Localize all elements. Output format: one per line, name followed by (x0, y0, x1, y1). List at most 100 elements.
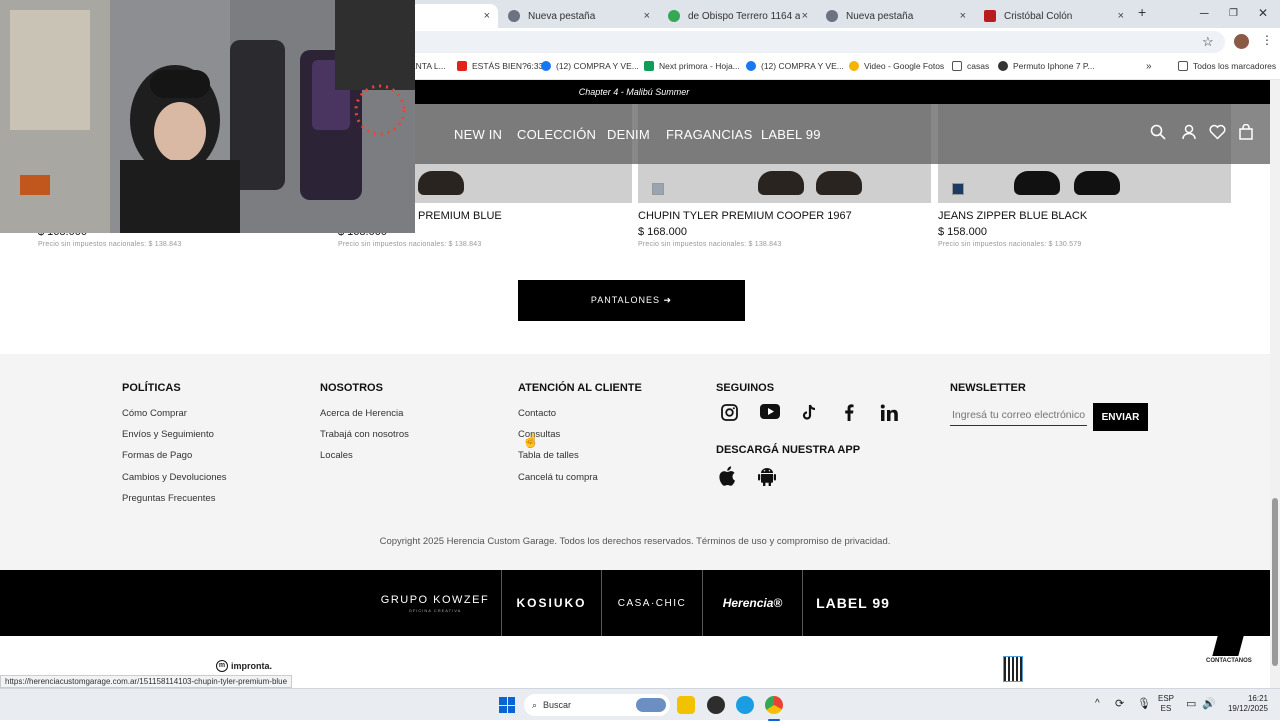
bookmark-label: Todos los marcadores (1193, 61, 1277, 71)
pantalones-button[interactable]: PANTALONES ➜ (518, 280, 745, 321)
clock[interactable]: 16:21 19/12/2025 (1222, 694, 1268, 714)
language-indicator[interactable]: ESP ES (1158, 694, 1174, 714)
app-icon[interactable] (707, 696, 725, 714)
all-bookmarks-folder[interactable]: Todos los marcadores (1178, 61, 1276, 71)
tab-maps[interactable]: de Obispo Terrero 1164 a SAN × (660, 4, 816, 28)
impronta-logo-icon: m (216, 660, 228, 672)
bookmark-item[interactable]: casas (952, 61, 989, 71)
footer-link[interactable]: Contacto (518, 408, 556, 419)
footer-link[interactable]: Envíos y Seguimiento (122, 429, 214, 440)
volume-icon[interactable]: 🔊 (1202, 697, 1216, 710)
contact-widget[interactable]: CONTACTANOS (1206, 636, 1252, 664)
windows-taskbar: ⌕ Buscar ^ ⟳ 🎙 ESP ES ▭ 🔊 16:21 19/12/20… (0, 688, 1280, 721)
nav-fragancias[interactable]: FRAGANCIAS (666, 127, 753, 142)
search-highlight-icon (636, 698, 666, 712)
apple-icon[interactable] (718, 466, 736, 491)
facebook-icon[interactable] (844, 404, 854, 426)
heart-icon[interactable] (1209, 124, 1226, 145)
youtube-icon (457, 61, 467, 71)
tab-current[interactable]: × (410, 4, 498, 28)
product-name[interactable]: JEANS ZIPPER BLUE BLACK (938, 210, 1087, 222)
footer-link[interactable]: Cancelá tu compra (518, 472, 598, 483)
bookmark-item[interactable]: ESTÁS BIEN?6:33 (457, 61, 543, 71)
tab-nueva-pestana-1[interactable]: Nueva pestaña × (500, 4, 658, 28)
footer-heading-nosotros: NOSOTROS (320, 382, 383, 394)
user-icon[interactable] (1181, 124, 1197, 145)
bookmark-item[interactable]: (12) COMPRA Y VE... (746, 61, 844, 71)
windows-start-icon[interactable] (499, 697, 515, 713)
network-icon[interactable]: ▭ (1186, 697, 1196, 710)
youtube-icon[interactable] (760, 404, 780, 424)
bookmark-item[interactable]: Permuto Iphone 7 P... (998, 61, 1095, 71)
bag-icon[interactable] (1239, 123, 1253, 145)
taskbar-search-box[interactable]: ⌕ Buscar (524, 694, 670, 716)
color-swatch[interactable] (952, 183, 964, 195)
impronta-credit[interactable]: m impronta. (216, 660, 272, 672)
nav-coleccion[interactable]: COLECCIÓN (517, 127, 596, 142)
product-name[interactable]: PREMIUM BLUE (418, 210, 502, 222)
newsletter-submit-button[interactable]: ENVIAR (1093, 403, 1148, 431)
bookmark-item[interactable]: Next primora - Hoja... (644, 61, 740, 71)
close-tab-icon[interactable]: × (802, 10, 808, 22)
footer-heading-seguinos: SEGUINOS (716, 382, 775, 394)
brand-logo-text: Herencia® (722, 596, 783, 610)
announcement-text: Chapter 4 - Malibú Summer (578, 87, 690, 97)
tab-cristobal-colon[interactable]: Cristóbal Colón × (976, 4, 1132, 28)
bookmark-label: ESTÁS BIEN?6:33 (472, 61, 544, 71)
footer-heading-atencion: ATENCIÓN AL CLIENTE (518, 382, 642, 394)
close-tab-icon[interactable]: × (644, 10, 650, 22)
minimize-icon[interactable]: ─ (1200, 6, 1209, 20)
bookmark-item[interactable]: Video - Google Fotos (849, 61, 944, 71)
close-tab-icon[interactable]: × (484, 10, 490, 22)
brand-herencia[interactable]: Herencia® (703, 570, 802, 636)
close-window-icon[interactable]: ✕ (1258, 6, 1268, 20)
data-fiscal-qr-icon[interactable] (1003, 656, 1023, 682)
footer-link[interactable]: Locales (320, 450, 353, 461)
instagram-icon[interactable] (721, 404, 738, 426)
search-icon[interactable] (1150, 124, 1166, 145)
brand-casa-chic[interactable]: CASA·CHIC (602, 570, 702, 636)
newsletter-email-input[interactable] (950, 404, 1087, 426)
brand-label-99[interactable]: LABEL 99 (803, 570, 903, 636)
bookmark-item[interactable]: ENTA L... (410, 61, 446, 71)
product-name[interactable]: CHUPIN TYLER PREMIUM COOPER 1967 (638, 210, 852, 222)
footer-link[interactable]: Trabajá con nosotros (320, 429, 409, 440)
bookmark-star-icon[interactable]: ☆ (1202, 34, 1214, 50)
bookmark-item[interactable]: (12) COMPRA Y VE... (541, 61, 639, 71)
tray-overflow-icon[interactable]: ^ (1095, 698, 1100, 709)
linkedin-icon[interactable] (880, 404, 898, 426)
file-explorer-icon[interactable] (677, 696, 695, 714)
new-tab-button[interactable]: + (1138, 4, 1146, 20)
nav-new-in[interactable]: NEW IN (454, 127, 502, 142)
close-tab-icon[interactable]: × (1118, 10, 1124, 22)
address-bar[interactable] (405, 31, 1225, 53)
profile-avatar[interactable] (1234, 34, 1249, 49)
footer-link[interactable]: Preguntas Frecuentes (122, 493, 215, 504)
footer-link[interactable]: Acerca de Herencia (320, 408, 403, 419)
color-swatch[interactable] (652, 183, 664, 195)
sync-icon[interactable]: ⟳ (1115, 697, 1124, 710)
footer-link[interactable]: Formas de Pago (122, 450, 192, 461)
scrollbar-thumb[interactable] (1272, 498, 1278, 666)
tab-nueva-pestana-2[interactable]: Nueva pestaña × (818, 4, 974, 28)
android-icon[interactable] (758, 466, 776, 491)
restore-icon[interactable]: ❐ (1229, 8, 1238, 19)
close-tab-icon[interactable]: × (960, 10, 966, 22)
folder-icon (952, 61, 962, 71)
menu-kebab-icon[interactable]: ⋮ (1261, 33, 1273, 47)
more-bookmarks-icon[interactable]: » (1146, 61, 1152, 72)
edge-icon[interactable] (736, 696, 754, 714)
brand-grupo-kowzef[interactable]: GRUPO KOWZEF OFICINA CREATIVA (370, 570, 500, 636)
nav-denim[interactable]: DENIM (607, 127, 650, 142)
product-tax-note: Precio sin impuestos nacionales: $ 138.8… (338, 241, 482, 248)
microphone-icon[interactable]: 🎙 (1137, 697, 1151, 710)
webcam-video (0, 0, 415, 233)
chrome-icon[interactable] (765, 696, 783, 714)
footer-link[interactable]: Tabla de talles (518, 450, 579, 461)
footer-link[interactable]: Cómo Comprar (122, 408, 187, 419)
copyright-text: Copyright 2025 Herencia Custom Garage. T… (379, 536, 891, 547)
tiktok-icon[interactable] (801, 404, 817, 426)
nav-label-99[interactable]: LABEL 99 (761, 127, 821, 142)
footer-link[interactable]: Cambios y Devoluciones (122, 472, 227, 483)
brand-kosiuko[interactable]: KOSIUKO (502, 570, 601, 636)
